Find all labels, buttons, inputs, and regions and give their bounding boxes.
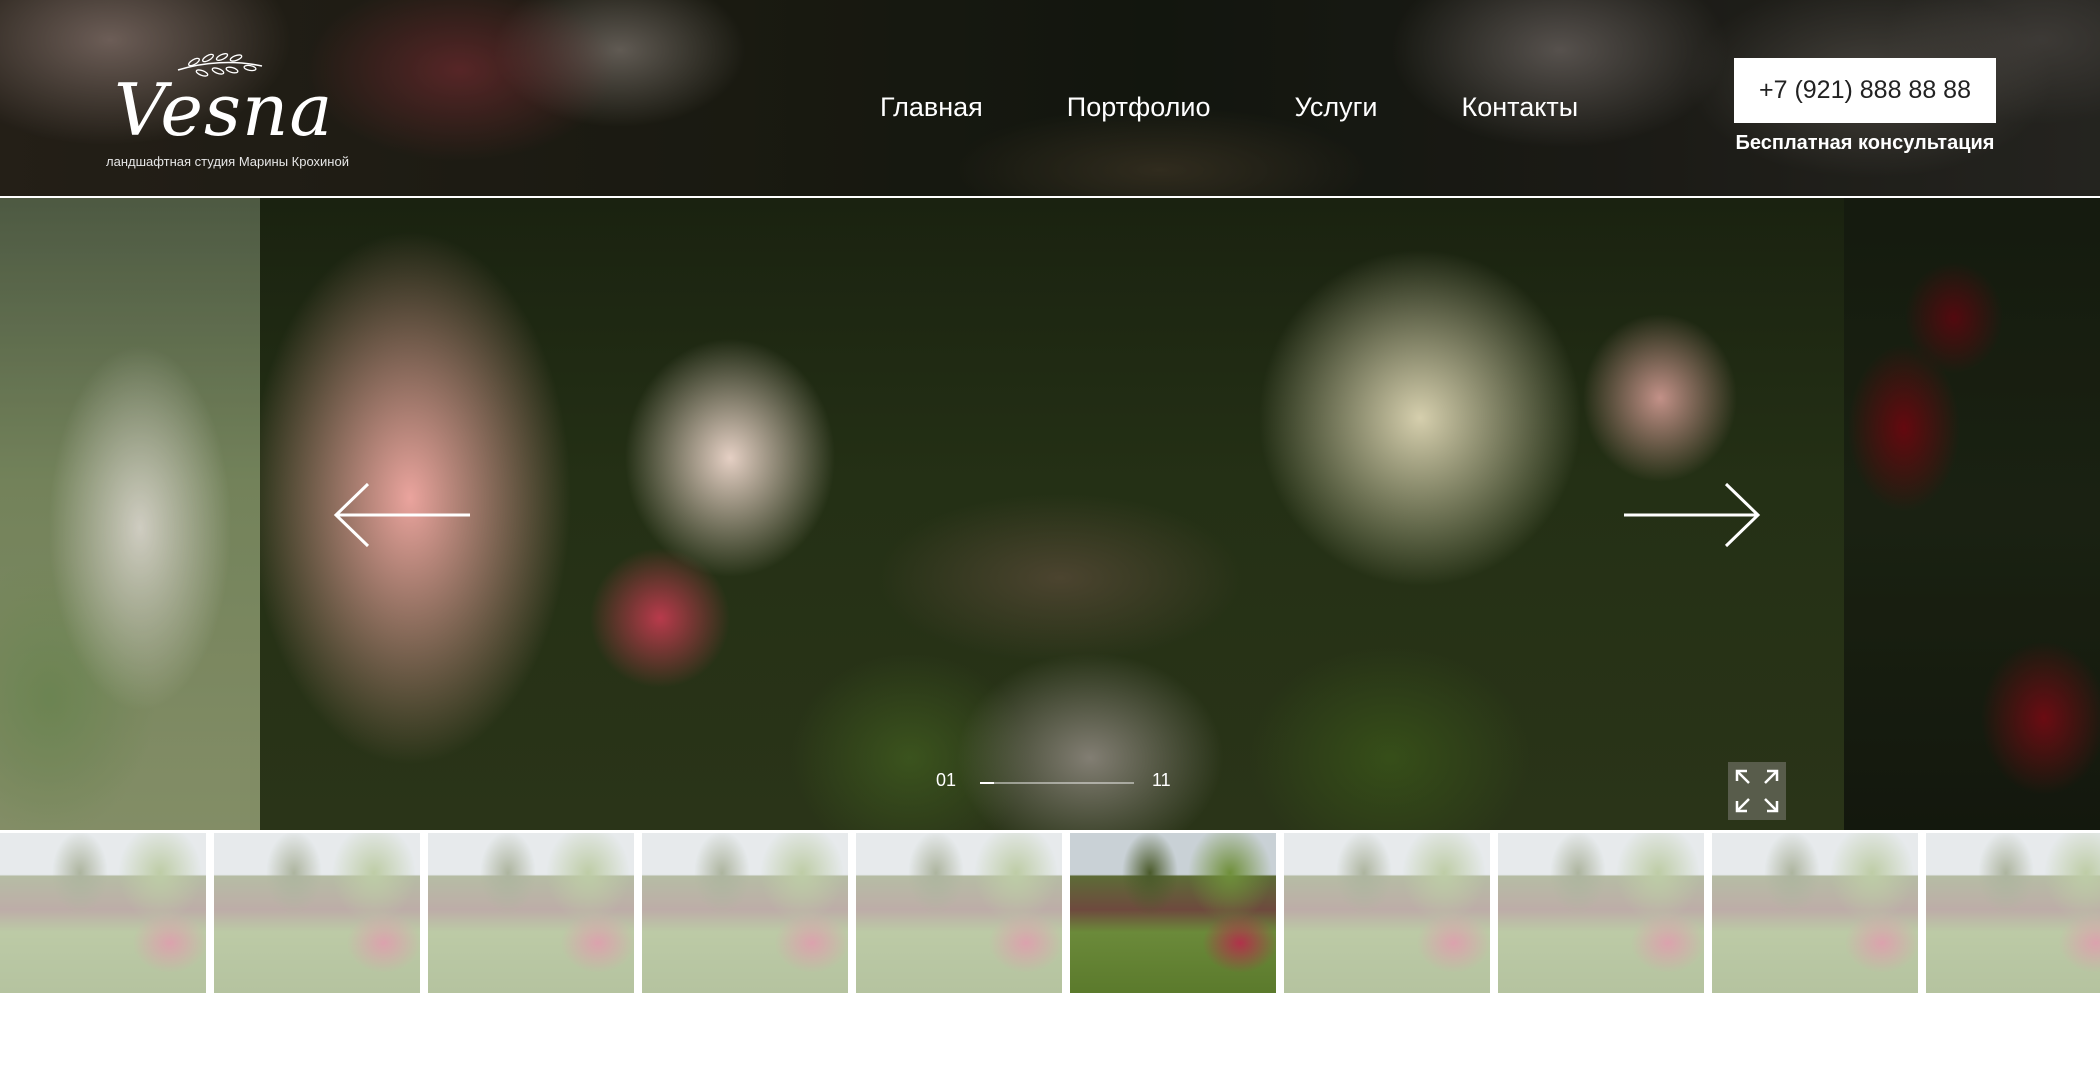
- logo-wordmark: Vesna: [114, 68, 334, 152]
- slide-total-number: 11: [1152, 770, 1171, 790]
- nav-item-services[interactable]: Услуги: [1294, 92, 1377, 132]
- slide-current-number: 01: [936, 770, 957, 790]
- slide-progress-fill: [980, 782, 994, 784]
- thumbnail[interactable]: [856, 833, 1062, 993]
- thumbnail[interactable]: [1926, 833, 2100, 993]
- gallery-prev-preview[interactable]: [0, 198, 260, 830]
- nav-item-contacts[interactable]: Контакты: [1462, 92, 1579, 132]
- phone-button[interactable]: +7 (921) 888 88 88: [1734, 58, 1996, 123]
- slide-progress-track: [980, 782, 1134, 784]
- fullscreen-expand-icon: [1735, 769, 1779, 813]
- logo[interactable]: Vesna ландшафтная студия Марины Крохиной: [104, 48, 349, 173]
- thumbnail[interactable]: [642, 833, 848, 993]
- arrow-right-icon[interactable]: [1624, 480, 1764, 550]
- main-nav: Главная Портфолио Услуги Контакты: [880, 92, 1662, 132]
- thumbnail-strip: [0, 833, 2100, 993]
- arrow-left-icon[interactable]: [330, 480, 470, 550]
- gallery-main-image: [260, 198, 1844, 830]
- nav-item-portfolio[interactable]: Портфолио: [1067, 92, 1211, 132]
- gallery-next-preview[interactable]: [1844, 198, 2100, 830]
- fullscreen-button[interactable]: [1728, 762, 1786, 820]
- thumbnail[interactable]: [0, 833, 206, 993]
- thumbnail[interactable]: [214, 833, 420, 993]
- thumbnail[interactable]: [1712, 833, 1918, 993]
- free-consultation-link[interactable]: Бесплатная консультация: [1734, 132, 1996, 155]
- logo-tagline: ландшафтная студия Марины Крохиной: [106, 154, 349, 169]
- thumbnail[interactable]: [428, 833, 634, 993]
- thumbnail-active[interactable]: [1070, 833, 1276, 993]
- thumbnail[interactable]: [1284, 833, 1490, 993]
- nav-item-home[interactable]: Главная: [880, 92, 983, 132]
- thumbnail[interactable]: [1498, 833, 1704, 993]
- site-header: Vesna ландшафтная студия Марины Крохиной…: [0, 0, 2100, 196]
